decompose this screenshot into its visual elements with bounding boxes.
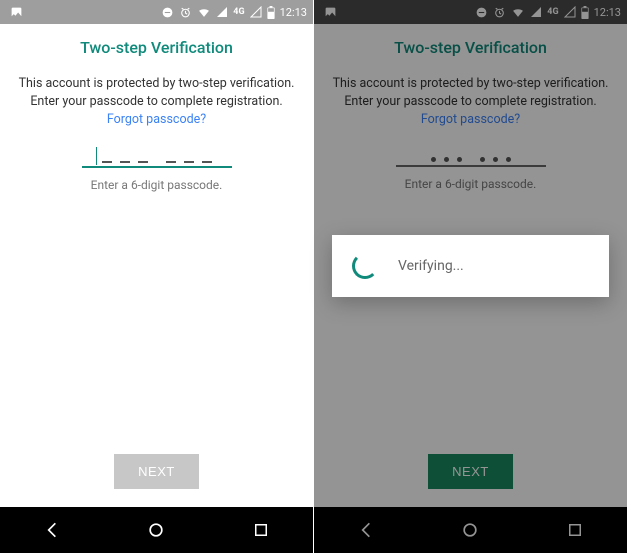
clock-text: 12:13 (280, 6, 307, 19)
passcode-input[interactable] (82, 145, 232, 168)
signal2-icon (250, 6, 262, 18)
dnd-icon (161, 6, 174, 19)
back-icon[interactable] (41, 519, 63, 541)
signal-icon (216, 6, 228, 18)
screen-verifying: 4G 12:13 Two-step Verification This acco… (314, 0, 627, 553)
dialog-text: Verifying... (398, 258, 464, 274)
description: This account is protected by two-step ve… (14, 75, 299, 129)
home-icon[interactable] (145, 519, 167, 541)
forgot-passcode-link[interactable]: Forgot passcode? (107, 112, 206, 127)
android-nav-bar (0, 507, 313, 553)
screen-passcode-entry: 4G 12:13 Two-step Verification This acco… (0, 0, 313, 553)
page-title: Two-step Verification (80, 38, 233, 57)
status-bar: 4G 12:13 (0, 0, 313, 24)
passcode-hint: Enter a 6-digit passcode. (91, 178, 223, 192)
battery-icon (267, 6, 275, 19)
recent-icon[interactable] (250, 519, 272, 541)
next-button[interactable]: NEXT (114, 454, 199, 489)
network-label: 4G (233, 7, 244, 17)
verifying-dialog: Verifying... (332, 235, 609, 297)
wifi-icon (197, 6, 211, 19)
picture-icon (10, 6, 23, 19)
alarm-icon (179, 6, 192, 19)
spinner-icon (352, 253, 378, 279)
